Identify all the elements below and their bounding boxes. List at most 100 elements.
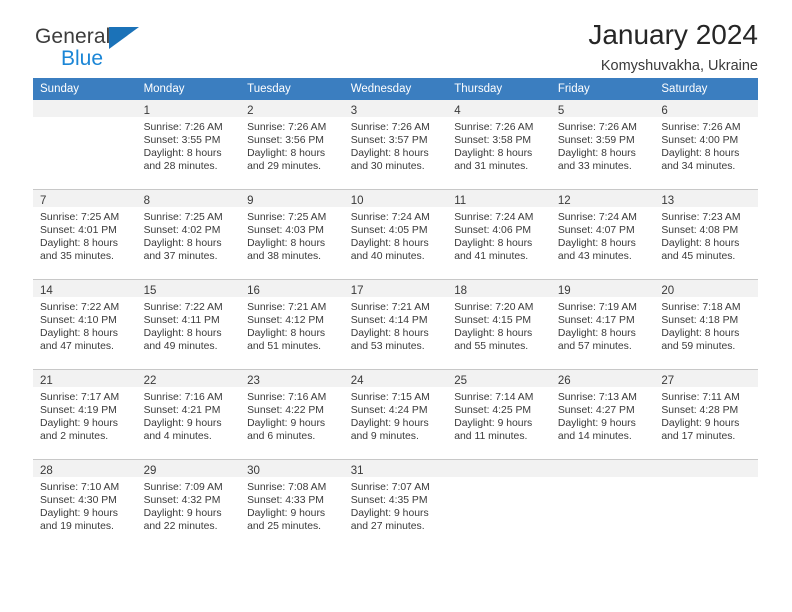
day-cell-inner[interactable]: 18 Sunrise: 7:20 AM Sunset: 4:15 PM Dayligh… [447,280,551,369]
day-cell: 15 Sunrise: 7:22 AM Sunset: 4:11 PM Dayligh… [136,279,241,370]
sunrise-text: Sunrise: 7:17 AM [40,392,120,403]
sunset-text: Sunset: 4:28 PM [661,405,739,417]
sunset-text: Sunset: 4:10 PM [40,315,117,327]
day-cell-inner[interactable]: 8 Sunrise: 7:25 AM Sunset: 4:02 PM Daylight… [136,190,241,279]
day-cell-inner[interactable]: 23 Sunrise: 7:16 AM Sunset: 4:22 PM Dayligh… [240,370,344,459]
day-cell-inner[interactable]: 2 Sunrise: 7:26 AM Sunset: 3:56 PM Daylight… [240,100,344,189]
day-number-strip [654,460,758,477]
day-cell-inner[interactable]: 6 Sunrise: 7:26 AM Sunset: 4:00 PM Daylight… [654,100,758,189]
daylight-text-line2: and 45 minutes. [661,251,736,263]
day-cell-inner[interactable]: 13 Sunrise: 7:23 AM Sunset: 4:08 PM Dayligh… [654,190,758,279]
day-cell-inner[interactable]: 24 Sunrise: 7:15 AM Sunset: 4:24 PM Dayligh… [343,370,448,459]
calendar-wrapper: Sunday Monday Tuesday Wednesday Thursday… [33,78,758,549]
day-details: Sunrise: 7:07 AM Sunset: 4:35 PM Daylight:… [344,477,448,533]
day-details [654,477,758,481]
day-cell-inner[interactable] [550,460,655,549]
day-number-strip: 19 [550,280,655,297]
daylight-text-line1: Daylight: 8 hours [143,238,222,250]
day-details: Sunrise: 7:20 AM Sunset: 4:15 PM Daylight:… [447,297,551,353]
day-cell-inner[interactable]: 25 Sunrise: 7:14 AM Sunset: 4:25 PM Dayligh… [447,370,551,459]
day-cell-inner[interactable]: 15 Sunrise: 7:22 AM Sunset: 4:11 PM Dayligh… [136,280,241,369]
day-number: 6 [661,105,668,117]
day-details: Sunrise: 7:15 AM Sunset: 4:24 PM Daylight:… [344,387,448,443]
sunset-text: Sunset: 4:14 PM [350,315,428,327]
daylight-text-line1: Daylight: 9 hours [247,418,326,430]
day-number: 9 [247,195,254,207]
day-number-strip: 3 [343,100,448,117]
day-cell-inner[interactable]: 17 Sunrise: 7:21 AM Sunset: 4:14 PM Dayligh… [343,280,448,369]
daylight-text-line1: Daylight: 8 hours [350,238,429,250]
generalblue-logo[interactable]: General Blue [33,25,203,73]
day-number: 30 [247,465,260,477]
day-cell-inner[interactable]: 7 Sunrise: 7:25 AM Sunset: 4:01 PM Daylight… [33,190,137,279]
sunset-text: Sunset: 4:22 PM [247,405,324,417]
daylight-text-line2: and 40 minutes. [350,251,425,263]
daylight-text-line2: and 53 minutes. [350,341,425,353]
day-cell-inner[interactable]: 31 Sunrise: 7:07 AM Sunset: 4:35 PM Dayligh… [343,460,448,549]
day-number: 15 [143,285,157,297]
day-details: Sunrise: 7:26 AM Sunset: 3:57 PM Daylight:… [344,117,448,173]
week-row: 21 Sunrise: 7:17 AM Sunset: 4:19 PM Dayligh… [33,369,758,460]
daylight-text-line2: and 31 minutes. [454,161,529,173]
page-title: January 2024 [588,19,758,50]
day-cell-inner[interactable]: 3 Sunrise: 7:26 AM Sunset: 3:57 PM Daylight… [343,100,448,189]
day-cell-inner[interactable]: 26 Sunrise: 7:13 AM Sunset: 4:27 PM Dayligh… [550,370,655,459]
day-cell-inner[interactable]: 22 Sunrise: 7:16 AM Sunset: 4:21 PM Dayligh… [136,370,241,459]
day-details: Sunrise: 7:25 AM Sunset: 4:02 PM Daylight:… [137,207,241,263]
day-cell-inner[interactable]: 1 Sunrise: 7:26 AM Sunset: 3:55 PM Daylight… [136,100,241,189]
sunset-text: Sunset: 4:08 PM [661,225,739,237]
calendar-body: 1 Sunrise: 7:26 AM Sunset: 3:55 PM Daylight… [33,100,758,549]
daylight-text-line2: and 25 minutes. [247,521,322,533]
sunset-text: Sunset: 4:19 PM [40,405,117,417]
day-details: Sunrise: 7:26 AM Sunset: 3:59 PM Daylight:… [551,117,655,173]
week-row: 14 Sunrise: 7:22 AM Sunset: 4:10 PM Dayligh… [33,279,758,370]
daylight-text-line2: and 2 minutes. [40,431,109,443]
day-details [33,117,137,121]
weekday-header-row: Sunday Monday Tuesday Wednesday Thursday… [33,78,758,100]
sunrise-text: Sunrise: 7:09 AM [143,482,223,493]
day-cell-inner[interactable]: 19 Sunrise: 7:19 AM Sunset: 4:17 PM Dayligh… [550,280,655,369]
day-details: Sunrise: 7:16 AM Sunset: 4:21 PM Daylight:… [137,387,241,443]
day-number: 27 [661,375,675,387]
day-details: Sunrise: 7:26 AM Sunset: 3:58 PM Daylight:… [447,117,551,173]
day-cell-inner[interactable]: 20 Sunrise: 7:18 AM Sunset: 4:18 PM Dayligh… [654,280,758,369]
day-details: Sunrise: 7:17 AM Sunset: 4:19 PM Daylight:… [33,387,137,443]
calendar-page: General Blue January 2024 Komyshuvakha, … [0,0,792,612]
day-details: Sunrise: 7:26 AM Sunset: 3:55 PM Daylight:… [137,117,241,173]
week-row: 1 Sunrise: 7:26 AM Sunset: 3:55 PM Daylight… [33,100,758,190]
day-number-strip: 14 [33,280,137,297]
day-cell-inner[interactable] [33,100,137,189]
sunrise-text: Sunrise: 7:26 AM [350,122,430,133]
day-cell-inner[interactable]: 4 Sunrise: 7:26 AM Sunset: 3:58 PM Daylight… [447,100,551,189]
day-cell-inner[interactable]: 28 Sunrise: 7:10 AM Sunset: 4:30 PM Dayligh… [33,460,137,549]
day-cell-inner[interactable]: 21 Sunrise: 7:17 AM Sunset: 4:19 PM Dayligh… [33,370,137,459]
day-cell: 16 Sunrise: 7:21 AM Sunset: 4:12 PM Dayligh… [240,279,344,370]
day-number-strip: 15 [136,280,241,297]
day-number: 24 [350,375,364,387]
day-cell-inner[interactable]: 30 Sunrise: 7:08 AM Sunset: 4:33 PM Dayligh… [240,460,344,549]
week-row: 7 Sunrise: 7:25 AM Sunset: 4:01 PM Daylight… [33,189,758,280]
daylight-text-line1: Daylight: 8 hours [661,238,740,250]
day-cell-inner[interactable]: 29 Sunrise: 7:09 AM Sunset: 4:32 PM Dayligh… [136,460,241,549]
day-number: 12 [557,195,571,207]
day-number-strip: 5 [550,100,655,117]
day-cell-inner[interactable] [654,460,758,549]
day-cell-inner[interactable]: 14 Sunrise: 7:22 AM Sunset: 4:10 PM Dayligh… [33,280,137,369]
day-cell-inner[interactable]: 12 Sunrise: 7:24 AM Sunset: 4:07 PM Dayligh… [550,190,655,279]
day-cell-inner[interactable]: 9 Sunrise: 7:25 AM Sunset: 4:03 PM Daylight… [240,190,344,279]
day-cell-inner[interactable]: 10 Sunrise: 7:24 AM Sunset: 4:05 PM Dayligh… [343,190,448,279]
day-cell-inner[interactable]: 27 Sunrise: 7:11 AM Sunset: 4:28 PM Dayligh… [654,370,758,459]
sunrise-text: Sunrise: 7:26 AM [454,122,534,133]
day-cell: 13 Sunrise: 7:23 AM Sunset: 4:08 PM Dayligh… [654,189,758,280]
sunrise-text: Sunrise: 7:14 AM [454,392,534,403]
weekday-header-saturday: Saturday [654,78,758,100]
day-cell-inner[interactable]: 5 Sunrise: 7:26 AM Sunset: 3:59 PM Daylight… [550,100,655,189]
day-cell-inner[interactable]: 11 Sunrise: 7:24 AM Sunset: 4:06 PM Dayligh… [447,190,551,279]
daylight-text-line2: and 4 minutes. [143,431,212,443]
day-cell: 11 Sunrise: 7:24 AM Sunset: 4:06 PM Dayligh… [447,189,551,280]
day-cell-inner[interactable]: 16 Sunrise: 7:21 AM Sunset: 4:12 PM Dayligh… [240,280,344,369]
day-details: Sunrise: 7:22 AM Sunset: 4:11 PM Daylight:… [137,297,241,353]
day-details: Sunrise: 7:19 AM Sunset: 4:17 PM Daylight:… [551,297,655,353]
day-cell-inner[interactable] [447,460,551,549]
day-cell: 28 Sunrise: 7:10 AM Sunset: 4:30 PM Dayligh… [33,459,137,549]
